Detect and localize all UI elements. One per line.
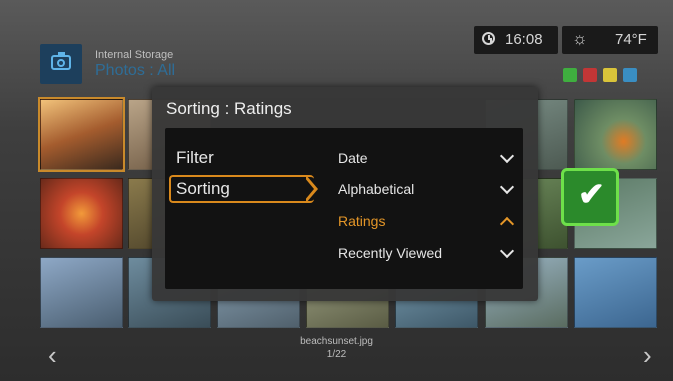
option-recently-viewed[interactable]: Recently Viewed	[338, 245, 442, 261]
menu-sorting[interactable]: Sorting	[176, 179, 230, 199]
menu-filter[interactable]: Filter	[176, 148, 214, 168]
green-tag-icon[interactable]	[563, 68, 577, 82]
dialog-title: Sorting : Ratings	[166, 99, 292, 118]
filename-label: beachsunset.jpg	[300, 336, 373, 347]
next-arrow-icon[interactable]: ›	[643, 340, 652, 371]
thumbnail[interactable]	[574, 99, 657, 170]
weather-icon: ☼	[572, 29, 588, 48]
storage-label: Internal Storage	[95, 49, 174, 61]
option-alphabetical[interactable]: Alphabetical	[338, 181, 414, 197]
blue-tag-icon[interactable]	[623, 68, 637, 82]
time-label: 16:08	[505, 31, 543, 48]
section-label: Photos : All	[95, 62, 176, 79]
temperature-label: 74°F	[615, 31, 647, 48]
yellow-tag-icon[interactable]	[603, 68, 617, 82]
thumbnail[interactable]	[40, 257, 123, 328]
thumbnail[interactable]	[574, 257, 657, 328]
option-date[interactable]: Date	[338, 150, 368, 166]
clock-icon	[482, 32, 495, 45]
page-counter: 1/22	[326, 349, 347, 360]
camera-icon	[51, 52, 71, 70]
thumbnail[interactable]	[40, 178, 123, 249]
media-player-screen: 16:08 ☼ 74°F Internal Storage Photos : A…	[0, 0, 673, 381]
option-ratings[interactable]: Ratings	[338, 213, 385, 229]
thumbnail[interactable]	[38, 97, 125, 172]
confirm-button[interactable]: ✔	[561, 168, 619, 226]
check-icon: ✔	[578, 176, 605, 212]
red-tag-icon[interactable]	[583, 68, 597, 82]
selection-arrow-icon	[304, 175, 318, 203]
